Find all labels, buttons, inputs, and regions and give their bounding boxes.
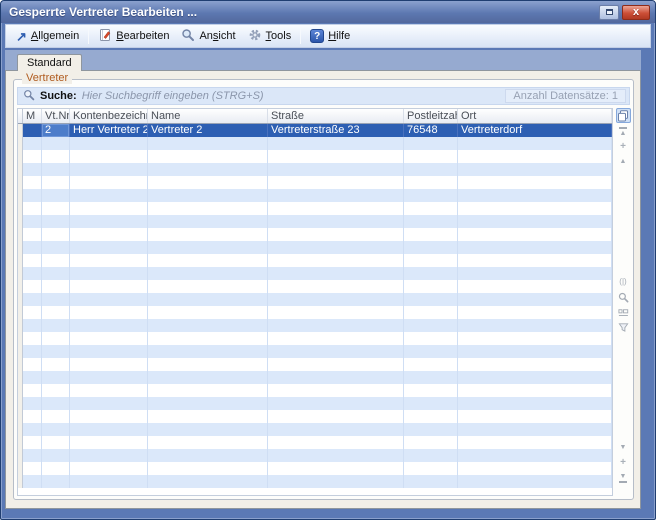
table-row-empty [18,202,612,215]
table-row-empty [18,449,612,462]
gear-icon [248,28,262,45]
scroll-down-icon[interactable]: ▼ [616,441,630,454]
table-row-empty [18,397,612,410]
search-input[interactable]: Suche: Hier Suchbegriff eingeben (STRG+S… [17,87,630,105]
column-header-kontenbezeichnung[interactable]: Kontenbezeichnung [70,109,148,123]
menu-label: Ansicht [199,30,235,42]
table-row-empty [18,410,612,423]
tab-row: Standard [5,50,641,70]
menu-label: Bearbeiten [116,30,169,42]
window-title: Gesperrte Vertreter Bearbeiten ... [9,5,596,19]
cell-kontenbezeichnung[interactable]: Herr Vertreter 2 [70,124,148,137]
groupbox-vertreter: Vertreter Suche: Hier Suchbegriff eingeb… [13,79,634,500]
tab-standard[interactable]: Standard [17,54,82,71]
cell-m[interactable] [23,124,42,137]
table-row-empty [18,189,612,202]
column-header-m[interactable]: M [23,109,42,123]
scroll-to-bottom-icon[interactable]: ▼ [616,471,630,484]
maximize-button[interactable] [599,5,619,20]
table-row-empty [18,423,612,436]
table-row-empty [18,345,612,358]
table-header-row: M Vt.Nr Kontenbezeichnung Name Straße Po… [18,109,612,124]
column-header-vtnr[interactable]: Vt.Nr [42,109,70,123]
menu-item-hilfe[interactable]: ? Hilfe [304,27,356,45]
table-row-empty [18,163,612,176]
move-down-icon[interactable]: + [616,456,630,469]
maximize-icon [606,9,613,15]
groupbox-label: Vertreter [22,72,72,84]
table-row-empty [18,176,612,189]
menu-label: Hilfe [328,30,350,42]
sort-az-icon[interactable] [616,306,630,319]
column-header-ort[interactable]: Ort [458,109,612,123]
table-row-selected[interactable]: 2 Herr Vertreter 2 Vertreter 2 Vertreter… [18,124,612,137]
search-label: Suche: [40,90,77,102]
table-row-empty [18,280,612,293]
content-band: Standard Vertreter Suche: Hier Suchbegri… [5,50,641,509]
column-header-postleitzahl[interactable]: Postleitzahl [404,109,458,123]
table-row-empty [18,319,612,332]
cell-strasse[interactable]: Vertreterstraße 23 [268,124,404,137]
table-row-empty [18,150,612,163]
menu-label: Tools [266,30,292,42]
menu-item-bearbeiten[interactable]: Bearbeiten [92,26,175,47]
cell-name[interactable]: Vertreter 2 [148,124,268,137]
scroll-up-icon[interactable]: ▲ [616,155,630,168]
search-icon [23,89,35,104]
filter-icon[interactable] [616,321,630,334]
edit-notebook-icon [98,28,112,45]
close-icon: x [633,7,639,18]
close-button[interactable]: x [622,5,650,20]
table-row-empty [18,228,612,241]
table-icon-strip: ▲ + ▲ (|) [615,108,631,496]
column-header-strasse[interactable]: Straße [268,109,404,123]
scroll-to-top-icon[interactable]: ▲ [616,125,630,138]
arrow-up-right-icon: ↗ [16,31,27,42]
table-area: M Vt.Nr Kontenbezeichnung Name Straße Po… [17,108,631,496]
menu-separator [300,28,301,44]
table-row-empty [18,462,612,475]
cell-postleitzahl[interactable]: 76548 [404,124,458,137]
table-row-empty [18,371,612,384]
move-up-icon[interactable]: + [616,140,630,153]
table-row-empty [18,332,612,345]
dialog-window: Gesperrte Vertreter Bearbeiten ... x ↗ A… [0,0,656,520]
help-icon: ? [310,29,324,43]
empty-rows-region [18,137,612,488]
menu-label: Allgemein [31,30,79,42]
table-row-empty [18,475,612,488]
fit-columns-icon[interactable]: (|) [616,276,630,289]
menu-item-tools[interactable]: Tools [242,26,298,47]
table-row-empty [18,215,612,228]
table-row-empty [18,137,612,150]
table-row-empty [18,241,612,254]
zoom-search-icon[interactable] [616,291,630,304]
column-chooser-icon[interactable] [616,108,631,123]
table-row-empty [18,254,612,267]
title-bar: Gesperrte Vertreter Bearbeiten ... x [1,1,655,23]
menu-item-allgemein[interactable]: ↗ Allgemein [10,28,85,44]
column-header-name[interactable]: Name [148,109,268,123]
table-row-empty [18,267,612,280]
cell-vtnr[interactable]: 2 [42,124,70,137]
table-row-empty [18,306,612,319]
menu-separator [88,28,89,44]
table-row-empty [18,436,612,449]
search-placeholder: Hier Suchbegriff eingeben (STRG+S) [82,90,501,102]
magnifier-icon [181,28,195,45]
table-row-empty [18,384,612,397]
cell-ort[interactable]: Vertreterdorf [458,124,612,137]
data-table: M Vt.Nr Kontenbezeichnung Name Straße Po… [17,108,613,496]
table-row-empty [18,358,612,371]
menu-item-ansicht[interactable]: Ansicht [175,26,241,47]
table-row-empty [18,293,612,306]
tab-panel: Vertreter Suche: Hier Suchbegriff eingeb… [5,70,641,509]
records-count-badge: Anzahl Datensätze: 1 [505,89,626,103]
menu-bar: ↗ Allgemein Bearbeiten Ansicht Tools ? H… [5,24,651,48]
